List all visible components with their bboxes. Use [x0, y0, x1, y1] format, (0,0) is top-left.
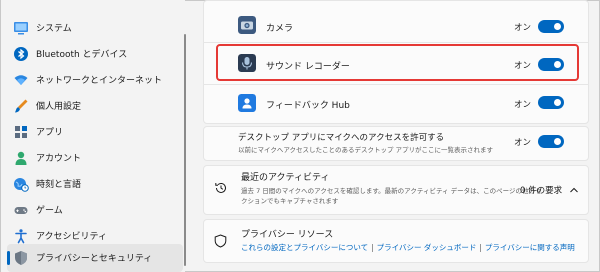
gamepad-icon [14, 207, 28, 214]
globe-clock-icon [14, 178, 29, 192]
sidebar-item-bluetooth[interactable]: Bluetooth とデバイス [7, 40, 183, 68]
privacy-settings-link[interactable]: これらの設定とプライバシーについて [241, 243, 368, 252]
sidebar-item-apps[interactable]: アプリ [7, 118, 183, 146]
desktop-access-description: 以前にマイクへアクセスしたことのあるデスクトップ アプリがここに一覧表示されます [238, 146, 494, 154]
camera-app-icon [238, 16, 256, 34]
feedback-hub-toggle[interactable] [538, 96, 564, 109]
sidebar-item-label: システム [36, 24, 72, 34]
sidebar-item-accounts[interactable]: アカウント [7, 144, 183, 172]
sidebar: システム Bluetooth とデバイス ネットワークとインターネット 個人用設… [1, 0, 185, 272]
person-icon [15, 151, 27, 165]
sidebar-item-privacy-security[interactable]: プライバシーとセキュリティ [7, 244, 183, 272]
bluetooth-icon [14, 47, 28, 61]
camera-toggle[interactable] [538, 20, 564, 33]
recent-activity-title: 最近のアクティビティ [241, 173, 330, 183]
apps-icon [15, 126, 27, 138]
link-separator: | [371, 243, 374, 252]
app-name: フィードバック Hub [266, 101, 350, 111]
sidebar-item-label: アカウント [36, 154, 82, 164]
divider [203, 84, 589, 85]
feedback-app-icon [238, 94, 256, 112]
privacy-links: これらの設定とプライバシーについて | プライバシー ダッシュボード | プライバシーに… [241, 242, 575, 253]
privacy-statement-link[interactable]: プライバシーに関する声明 [485, 243, 575, 252]
app-name: カメラ [266, 24, 294, 34]
divider [203, 42, 589, 43]
toggle-state-label: オン [514, 23, 532, 33]
accessibility-icon [15, 229, 27, 244]
sidebar-item-label: ネットワークとインターネット [36, 76, 163, 86]
privacy-dashboard-link[interactable]: プライバシー ダッシュボード [377, 243, 477, 252]
toggle-state-label: オン [514, 100, 532, 110]
toggle-state-label: オン [514, 138, 532, 148]
recent-activity-description: 過去 7 日間のマイクへのアクセスを確認します。最新のアクティビティ データは、… [241, 187, 542, 195]
sidebar-item-label: 時刻と言語 [36, 180, 82, 190]
sidebar-item-label: ゲーム [36, 206, 63, 216]
shield-icon [15, 251, 27, 265]
shield-outline-icon [214, 234, 227, 248]
link-separator: | [479, 243, 482, 252]
recent-activity-description-cont: クションでもキャプチャされます [241, 197, 339, 205]
sidebar-item-label: Bluetooth とデバイス [36, 50, 128, 60]
wifi-icon [14, 75, 28, 85]
desktop-access-title: デスクトップ アプリにマイクへのアクセスを許可する [238, 133, 445, 143]
monitor-icon [14, 22, 28, 35]
sidebar-item-label: プライバシーとセキュリティ [36, 254, 153, 264]
sidebar-item-gaming[interactable]: ゲーム [7, 196, 183, 224]
privacy-resources-title: プライバシー リソース [241, 230, 334, 240]
chevron-up-icon[interactable] [569, 186, 579, 194]
sidebar-item-time-language[interactable]: 時刻と言語 [7, 170, 183, 198]
brush-icon [15, 99, 28, 113]
sidebar-item-personalization[interactable]: 個人用設定 [7, 92, 183, 120]
history-icon [215, 182, 226, 193]
sidebar-item-system[interactable]: システム [7, 14, 183, 42]
sidebar-scrollbar[interactable] [184, 34, 186, 266]
sidebar-item-label: アクセシビリティ [36, 232, 108, 242]
desktop-access-toggle[interactable] [538, 135, 564, 148]
request-count: 0 件の要求 [520, 186, 563, 196]
privacy-resources-card [203, 219, 589, 263]
sidebar-item-label: アプリ [36, 128, 64, 138]
sidebar-item-network[interactable]: ネットワークとインターネット [7, 66, 183, 94]
sidebar-item-label: 個人用設定 [36, 102, 82, 112]
highlight-box [216, 44, 579, 81]
